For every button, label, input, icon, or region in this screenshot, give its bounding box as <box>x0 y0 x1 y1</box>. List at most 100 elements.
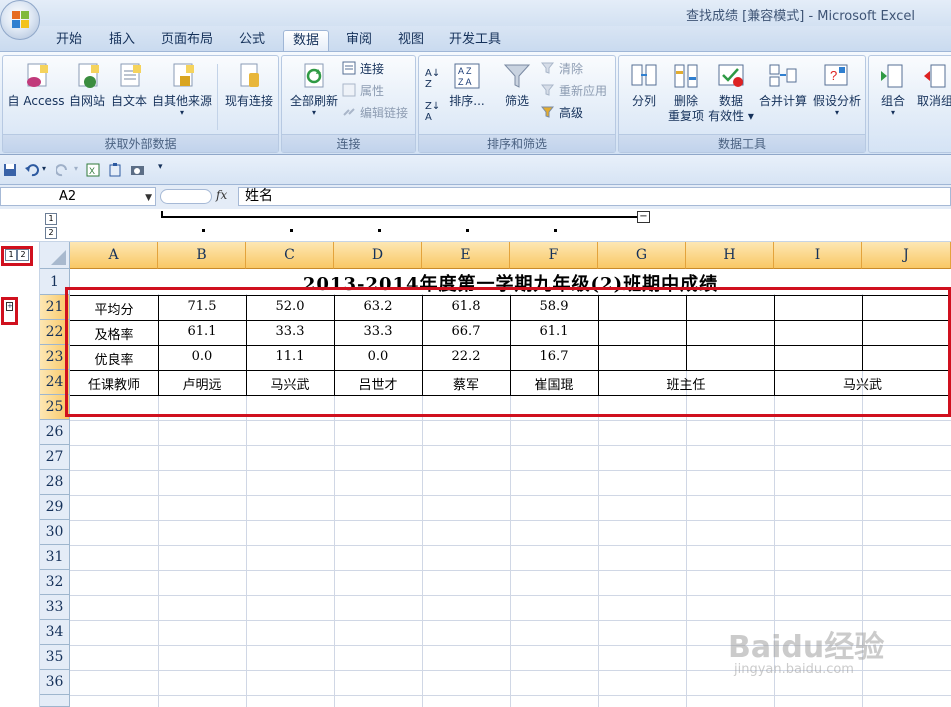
properties-button[interactable]: 属性 <box>342 83 384 99</box>
column-header-i[interactable]: I <box>774 242 862 269</box>
formula-input[interactable]: 姓名 <box>238 187 951 206</box>
outline-dot <box>378 229 381 232</box>
consolidate-icon <box>768 61 798 91</box>
row-header-partial[interactable] <box>40 695 70 707</box>
ungroup-button[interactable]: 取消组合 <box>917 61 951 109</box>
from-other-sources-button[interactable]: 自其他来源 ▾ <box>151 61 213 117</box>
text-to-columns-button[interactable]: 分列 <box>623 61 665 109</box>
advanced-filter-button[interactable]: 高级 <box>540 105 583 121</box>
column-header-a[interactable]: A <box>70 242 158 269</box>
svg-text:Z A: Z A <box>458 77 472 87</box>
web-globe-icon <box>72 61 102 91</box>
existing-connections-button[interactable]: 现有连接 <box>221 61 277 109</box>
outline-level-2-button[interactable]: 2 <box>45 227 57 239</box>
sort-descending-button[interactable]: Z↓ A <box>425 101 440 123</box>
column-header-b[interactable]: B <box>158 242 246 269</box>
group-separator <box>217 64 218 130</box>
from-web-button[interactable]: 自网站 <box>67 61 107 109</box>
watermark-logo: Baidu经验 <box>728 630 885 665</box>
row-header-26[interactable]: 26 <box>40 420 70 445</box>
tab-home[interactable]: 开始 <box>48 30 90 52</box>
tab-insert[interactable]: 插入 <box>102 30 142 52</box>
column-header-e[interactable]: E <box>422 242 510 269</box>
name-box-dropdown-icon[interactable]: ▼ <box>145 190 152 207</box>
tab-view[interactable]: 视图 <box>392 30 430 52</box>
connections-button[interactable]: 连接 <box>342 61 384 77</box>
outline-collapse-button[interactable]: − <box>637 211 650 223</box>
consolidate-label: 合并计算 <box>758 94 807 108</box>
filter-button[interactable]: 筛选 <box>497 61 537 109</box>
select-all-corner[interactable] <box>40 242 70 269</box>
from-text-button[interactable]: 自文本 <box>109 61 149 109</box>
redo-icon[interactable] <box>56 163 71 177</box>
row-header-28[interactable]: 28 <box>40 470 70 495</box>
group-connections: 全部刷新 ▾ 连接 属性 编辑链接 连接 <box>281 55 416 153</box>
column-header-f[interactable]: F <box>510 242 598 269</box>
from-access-button[interactable]: 自 Access <box>7 61 65 109</box>
dropdown-arrow-icon: ▾ <box>179 108 184 117</box>
properties-label: 属性 <box>360 84 385 98</box>
edit-links-button[interactable]: 编辑链接 <box>342 105 408 121</box>
row-header-32[interactable]: 32 <box>40 570 70 595</box>
row-header-31[interactable]: 31 <box>40 545 70 570</box>
what-if-analysis-label: 假设分析 <box>812 94 861 108</box>
reapply-label: 重新应用 <box>559 84 608 98</box>
camera-icon[interactable] <box>130 163 145 177</box>
save-icon[interactable] <box>3 163 18 177</box>
column-header-g[interactable]: G <box>598 242 686 269</box>
undo-dropdown-icon[interactable]: ▾ <box>42 164 46 173</box>
row-header-30[interactable]: 30 <box>40 520 70 545</box>
refresh-icon <box>299 61 329 91</box>
office-button[interactable] <box>0 0 40 40</box>
row-header-33[interactable]: 33 <box>40 595 70 620</box>
connections-label: 连接 <box>360 62 385 76</box>
data-validation-icon <box>716 61 746 91</box>
column-header-d[interactable]: D <box>334 242 422 269</box>
column-header-c[interactable]: C <box>246 242 334 269</box>
data-validation-button[interactable]: 数据 有效性 ▾ <box>707 61 755 124</box>
clear-filter-button[interactable]: 清除 <box>540 61 583 77</box>
remove-duplicates-button[interactable]: 删除 重复项 <box>665 61 707 124</box>
tab-review[interactable]: 审阅 <box>339 30 379 52</box>
group-data-tools: 分列 删除 重复项 数据 有效性 ▾ 合并计算 ? 假设分析 ▾ 数据工具 <box>618 55 866 153</box>
undo-icon[interactable] <box>24 163 39 177</box>
dropdown-arrow-icon: ▾ <box>834 108 839 117</box>
row-header-34[interactable]: 34 <box>40 620 70 645</box>
reapply-button[interactable]: 重新应用 <box>540 83 608 99</box>
redo-dropdown-icon[interactable]: ▾ <box>74 164 78 173</box>
tab-developer[interactable]: 开发工具 <box>443 30 507 52</box>
clipboard-icon[interactable] <box>108 163 123 177</box>
formula-controls: fx <box>158 187 236 206</box>
name-box[interactable]: A2 ▼ <box>0 187 156 206</box>
row-header-36[interactable]: 36 <box>40 670 70 695</box>
consolidate-button[interactable]: 合并计算 <box>757 61 809 109</box>
tab-page-layout[interactable]: 页面布局 <box>156 30 218 52</box>
svg-text:A Z: A Z <box>458 66 472 76</box>
insert-function-button[interactable]: fx <box>216 188 227 202</box>
row-header-35[interactable]: 35 <box>40 645 70 670</box>
tab-formulas[interactable]: 公式 <box>232 30 272 52</box>
refresh-all-button[interactable]: 全部刷新 ▾ <box>286 61 342 117</box>
group-button[interactable]: 组合 ▾ <box>873 61 913 117</box>
sort-ascending-button[interactable]: A↓ Z <box>425 68 440 90</box>
customize-toolbar-icon[interactable]: ▾ <box>158 162 163 172</box>
row-header-27[interactable]: 27 <box>40 445 70 470</box>
edit-links-icon <box>342 105 357 119</box>
what-if-analysis-button[interactable]: ? 假设分析 ▾ <box>811 61 863 117</box>
highlight-summary-table <box>65 287 951 417</box>
outline-level-1-button[interactable]: 1 <box>45 213 57 225</box>
outline-group-bracket <box>161 216 637 218</box>
row-header-29[interactable]: 29 <box>40 495 70 520</box>
data-validation-label-1: 数据 <box>718 94 743 108</box>
sort-button[interactable]: A ZZ A 排序... <box>447 61 487 109</box>
excel-doc-icon[interactable]: X <box>86 163 101 177</box>
column-header-h[interactable]: H <box>686 242 774 269</box>
column-header-j[interactable]: J <box>862 242 951 269</box>
remove-duplicates-label-2: 重复项 <box>667 109 704 123</box>
from-other-sources-label: 自其他来源 <box>151 94 212 108</box>
remove-duplicates-label-1: 删除 <box>673 94 698 108</box>
group-label-external: 获取外部数据 <box>3 134 278 152</box>
group-label-connections: 连接 <box>282 134 415 152</box>
tab-data[interactable]: 数据 <box>283 30 329 52</box>
formula-bar: A2 ▼ fx 姓名 <box>0 185 951 209</box>
